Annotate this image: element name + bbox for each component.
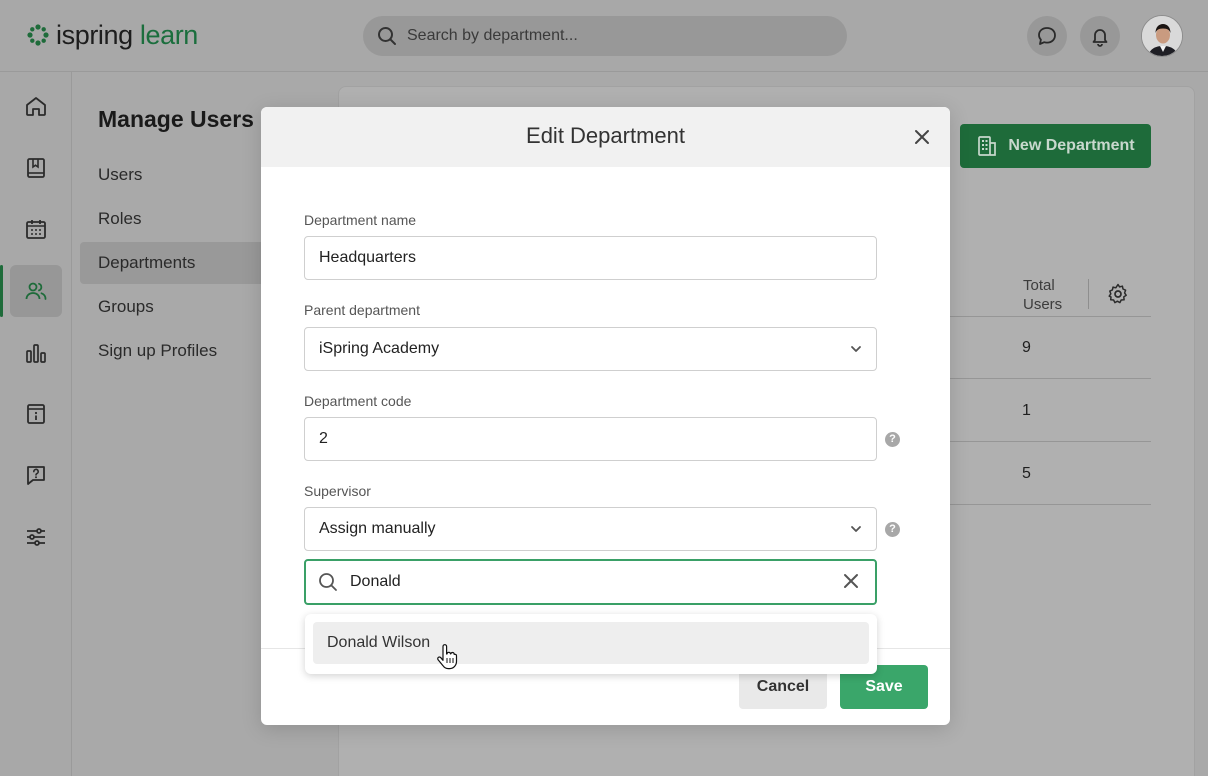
nav-settings[interactable]: [10, 511, 62, 563]
nav-info[interactable]: [10, 388, 62, 440]
close-dialog-button[interactable]: [909, 124, 935, 150]
total-users-cell: 1: [1022, 402, 1031, 419]
row-divider: [940, 441, 1151, 442]
messages-button[interactable]: [1027, 16, 1067, 56]
sliders-icon: [27, 528, 45, 546]
chevron-down-icon: [851, 526, 861, 532]
nav-users[interactable]: [0, 265, 62, 317]
parent-department-label: Parent department: [304, 302, 420, 318]
clear-search-icon[interactable]: [843, 573, 859, 589]
suggestion-item[interactable]: Donald Wilson: [313, 622, 869, 664]
ispring-learn-logo[interactable]: ispring learn: [26, 20, 198, 50]
department-name-label: Department name: [304, 212, 417, 228]
table-settings-button[interactable]: [1106, 282, 1130, 311]
home-icon: [26, 97, 46, 116]
building-icon: [978, 136, 997, 156]
chevron-down-icon: [851, 346, 861, 352]
nav-calendar[interactable]: [10, 203, 62, 255]
total-users-cell: 9: [1022, 339, 1031, 356]
department-code-help-icon[interactable]: ?: [885, 432, 900, 447]
total-users-cell: 5: [1022, 465, 1031, 482]
chat-bubble-icon: [1038, 27, 1056, 45]
department-code-field[interactable]: 2: [304, 417, 877, 461]
page-title: Manage Users: [98, 106, 254, 132]
supervisor-suggestions-dropdown: Donald Wilson: [305, 614, 877, 674]
row-divider: [940, 504, 1151, 505]
notifications-button[interactable]: [1080, 16, 1120, 56]
parent-department-value: iSpring Academy: [319, 340, 440, 357]
parent-department-select[interactable]: iSpring Academy: [304, 327, 877, 371]
nav-reports[interactable]: [10, 327, 62, 379]
table-header-divider: [940, 316, 1151, 317]
supervisor-search-field[interactable]: [304, 559, 877, 605]
total-users-column-header[interactable]: Total Users: [1023, 276, 1083, 314]
ispring-logo-icon: [27, 24, 49, 46]
nav-library[interactable]: [10, 142, 62, 194]
gear-icon: [1108, 283, 1127, 304]
question-bubble-icon: [27, 466, 45, 485]
dialog-title: Edit Department: [526, 123, 685, 148]
supervisor-label: Supervisor: [304, 483, 371, 499]
user-photo-icon: [1142, 16, 1182, 56]
top-bar: ispring learn Search by department...: [0, 0, 1208, 72]
close-icon: [915, 130, 929, 144]
logo-text: ispring learn: [56, 20, 198, 50]
supervisor-help-icon[interactable]: ?: [885, 522, 900, 537]
supervisor-value: Assign manually: [319, 520, 436, 537]
bar-chart-icon: [26, 344, 46, 363]
global-search-input[interactable]: Search by department...: [363, 16, 847, 56]
row-divider: [940, 378, 1151, 379]
column-divider: [1088, 279, 1089, 309]
calendar-icon: [26, 220, 46, 239]
user-avatar[interactable]: [1141, 15, 1183, 57]
info-document-icon: [27, 404, 45, 424]
nav-home[interactable]: [10, 80, 62, 132]
bell-icon: [1092, 29, 1108, 47]
new-department-label: New Department: [1008, 137, 1135, 154]
hand-pointer-cursor-icon: [437, 644, 458, 670]
search-icon: [319, 573, 337, 591]
main-navigation: [0, 72, 72, 776]
department-code-label: Department code: [304, 393, 412, 409]
supervisor-select[interactable]: Assign manually: [304, 507, 877, 551]
supervisor-search-input[interactable]: [350, 570, 820, 594]
new-department-button[interactable]: New Department: [960, 124, 1151, 168]
users-icon: [25, 282, 47, 300]
nav-help[interactable]: [10, 449, 62, 501]
department-name-field[interactable]: Headquarters: [304, 236, 877, 280]
book-icon: [27, 158, 45, 178]
search-icon: [378, 27, 396, 45]
search-placeholder: Search by department...: [407, 27, 578, 44]
